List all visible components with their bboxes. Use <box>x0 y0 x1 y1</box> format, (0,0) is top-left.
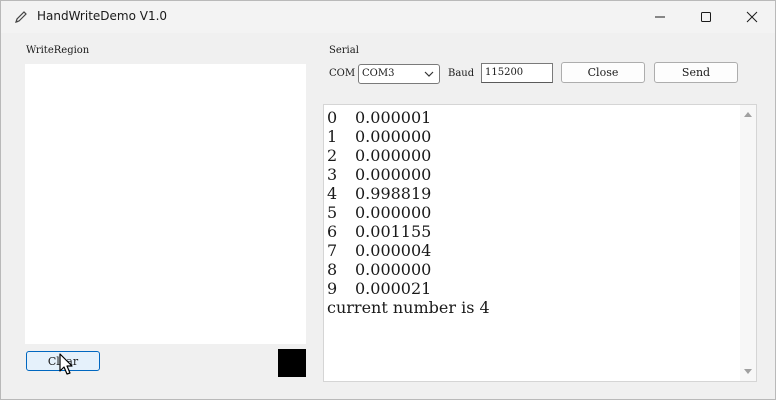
row-value: 0.000021 <box>355 279 432 298</box>
row-value: 0.000004 <box>355 241 432 260</box>
output-row: 1 0.000000 <box>327 127 737 146</box>
output-row: 7 0.000004 <box>327 241 737 260</box>
output-row: 4 0.998819 <box>327 184 737 203</box>
close-port-button[interactable]: Close <box>561 62 645 83</box>
output-row: 9 0.000021 <box>327 279 737 298</box>
row-index: 3 <box>327 165 338 184</box>
scroll-down-arrow-icon[interactable] <box>744 367 752 375</box>
minimize-icon <box>655 16 665 18</box>
output-row: 6 0.001155 <box>327 222 737 241</box>
com-label: COM <box>329 68 356 79</box>
app-window: HandWriteDemo V1.0 WriteRegion Clear Ser… <box>0 0 776 400</box>
row-value: 0.000000 <box>355 260 432 279</box>
vertical-scrollbar[interactable] <box>740 105 756 381</box>
output-row: 5 0.000000 <box>327 203 737 222</box>
output-row: 0 0.000001 <box>327 108 737 127</box>
row-index: 9 <box>327 279 338 298</box>
row-value: 0.000000 <box>355 146 432 165</box>
pen-color-swatch[interactable] <box>278 349 306 377</box>
baud-rate-value: 115200 <box>485 67 524 78</box>
row-index: 0 <box>327 108 338 127</box>
baud-label: Baud <box>448 68 475 79</box>
maximize-icon <box>701 12 711 22</box>
close-window-button[interactable] <box>729 1 775 33</box>
maximize-button[interactable] <box>683 1 729 33</box>
pen-icon <box>15 11 27 23</box>
row-value: 0.998819 <box>355 184 432 203</box>
result-line: current number is 4 <box>327 298 490 317</box>
row-value: 0.000000 <box>355 127 432 146</box>
output-row: 2 0.000000 <box>327 146 737 165</box>
row-index: 8 <box>327 260 338 279</box>
row-value: 0.000000 <box>355 203 432 222</box>
row-value: 0.001155 <box>355 222 432 241</box>
row-index: 6 <box>327 222 338 241</box>
window-title: HandWriteDemo V1.0 <box>37 9 168 23</box>
row-value: 0.000000 <box>355 165 432 184</box>
com-port-value: COM3 <box>362 68 395 79</box>
serial-label: Serial <box>329 45 359 56</box>
output-row: 8 0.000000 <box>327 260 737 279</box>
row-index: 2 <box>327 146 338 165</box>
row-index: 4 <box>327 184 338 203</box>
mouse-cursor-icon <box>59 353 73 375</box>
output-row: 3 0.000000 <box>327 165 737 184</box>
scroll-up-arrow-icon[interactable] <box>744 111 752 119</box>
row-index: 1 <box>327 127 338 146</box>
write-region-label: WriteRegion <box>26 45 90 56</box>
title-bar[interactable]: HandWriteDemo V1.0 <box>1 1 775 33</box>
baud-rate-input[interactable]: 115200 <box>481 63 553 83</box>
row-index: 7 <box>327 241 338 260</box>
minimize-button[interactable] <box>637 1 683 33</box>
drawing-canvas[interactable] <box>25 64 306 344</box>
close-icon <box>746 11 758 23</box>
serial-output-textarea[interactable]: 0 0.000001 1 0.000000 2 0.000000 3 0.000000 … <box>323 104 757 382</box>
row-index: 5 <box>327 203 338 222</box>
row-value: 0.000001 <box>355 108 432 127</box>
com-port-select[interactable]: COM3 <box>358 64 440 84</box>
chevron-down-icon <box>424 71 434 77</box>
send-button[interactable]: Send <box>654 62 738 83</box>
output-lines: 0 0.000001 1 0.000000 2 0.000000 3 0.000000 … <box>327 108 737 317</box>
